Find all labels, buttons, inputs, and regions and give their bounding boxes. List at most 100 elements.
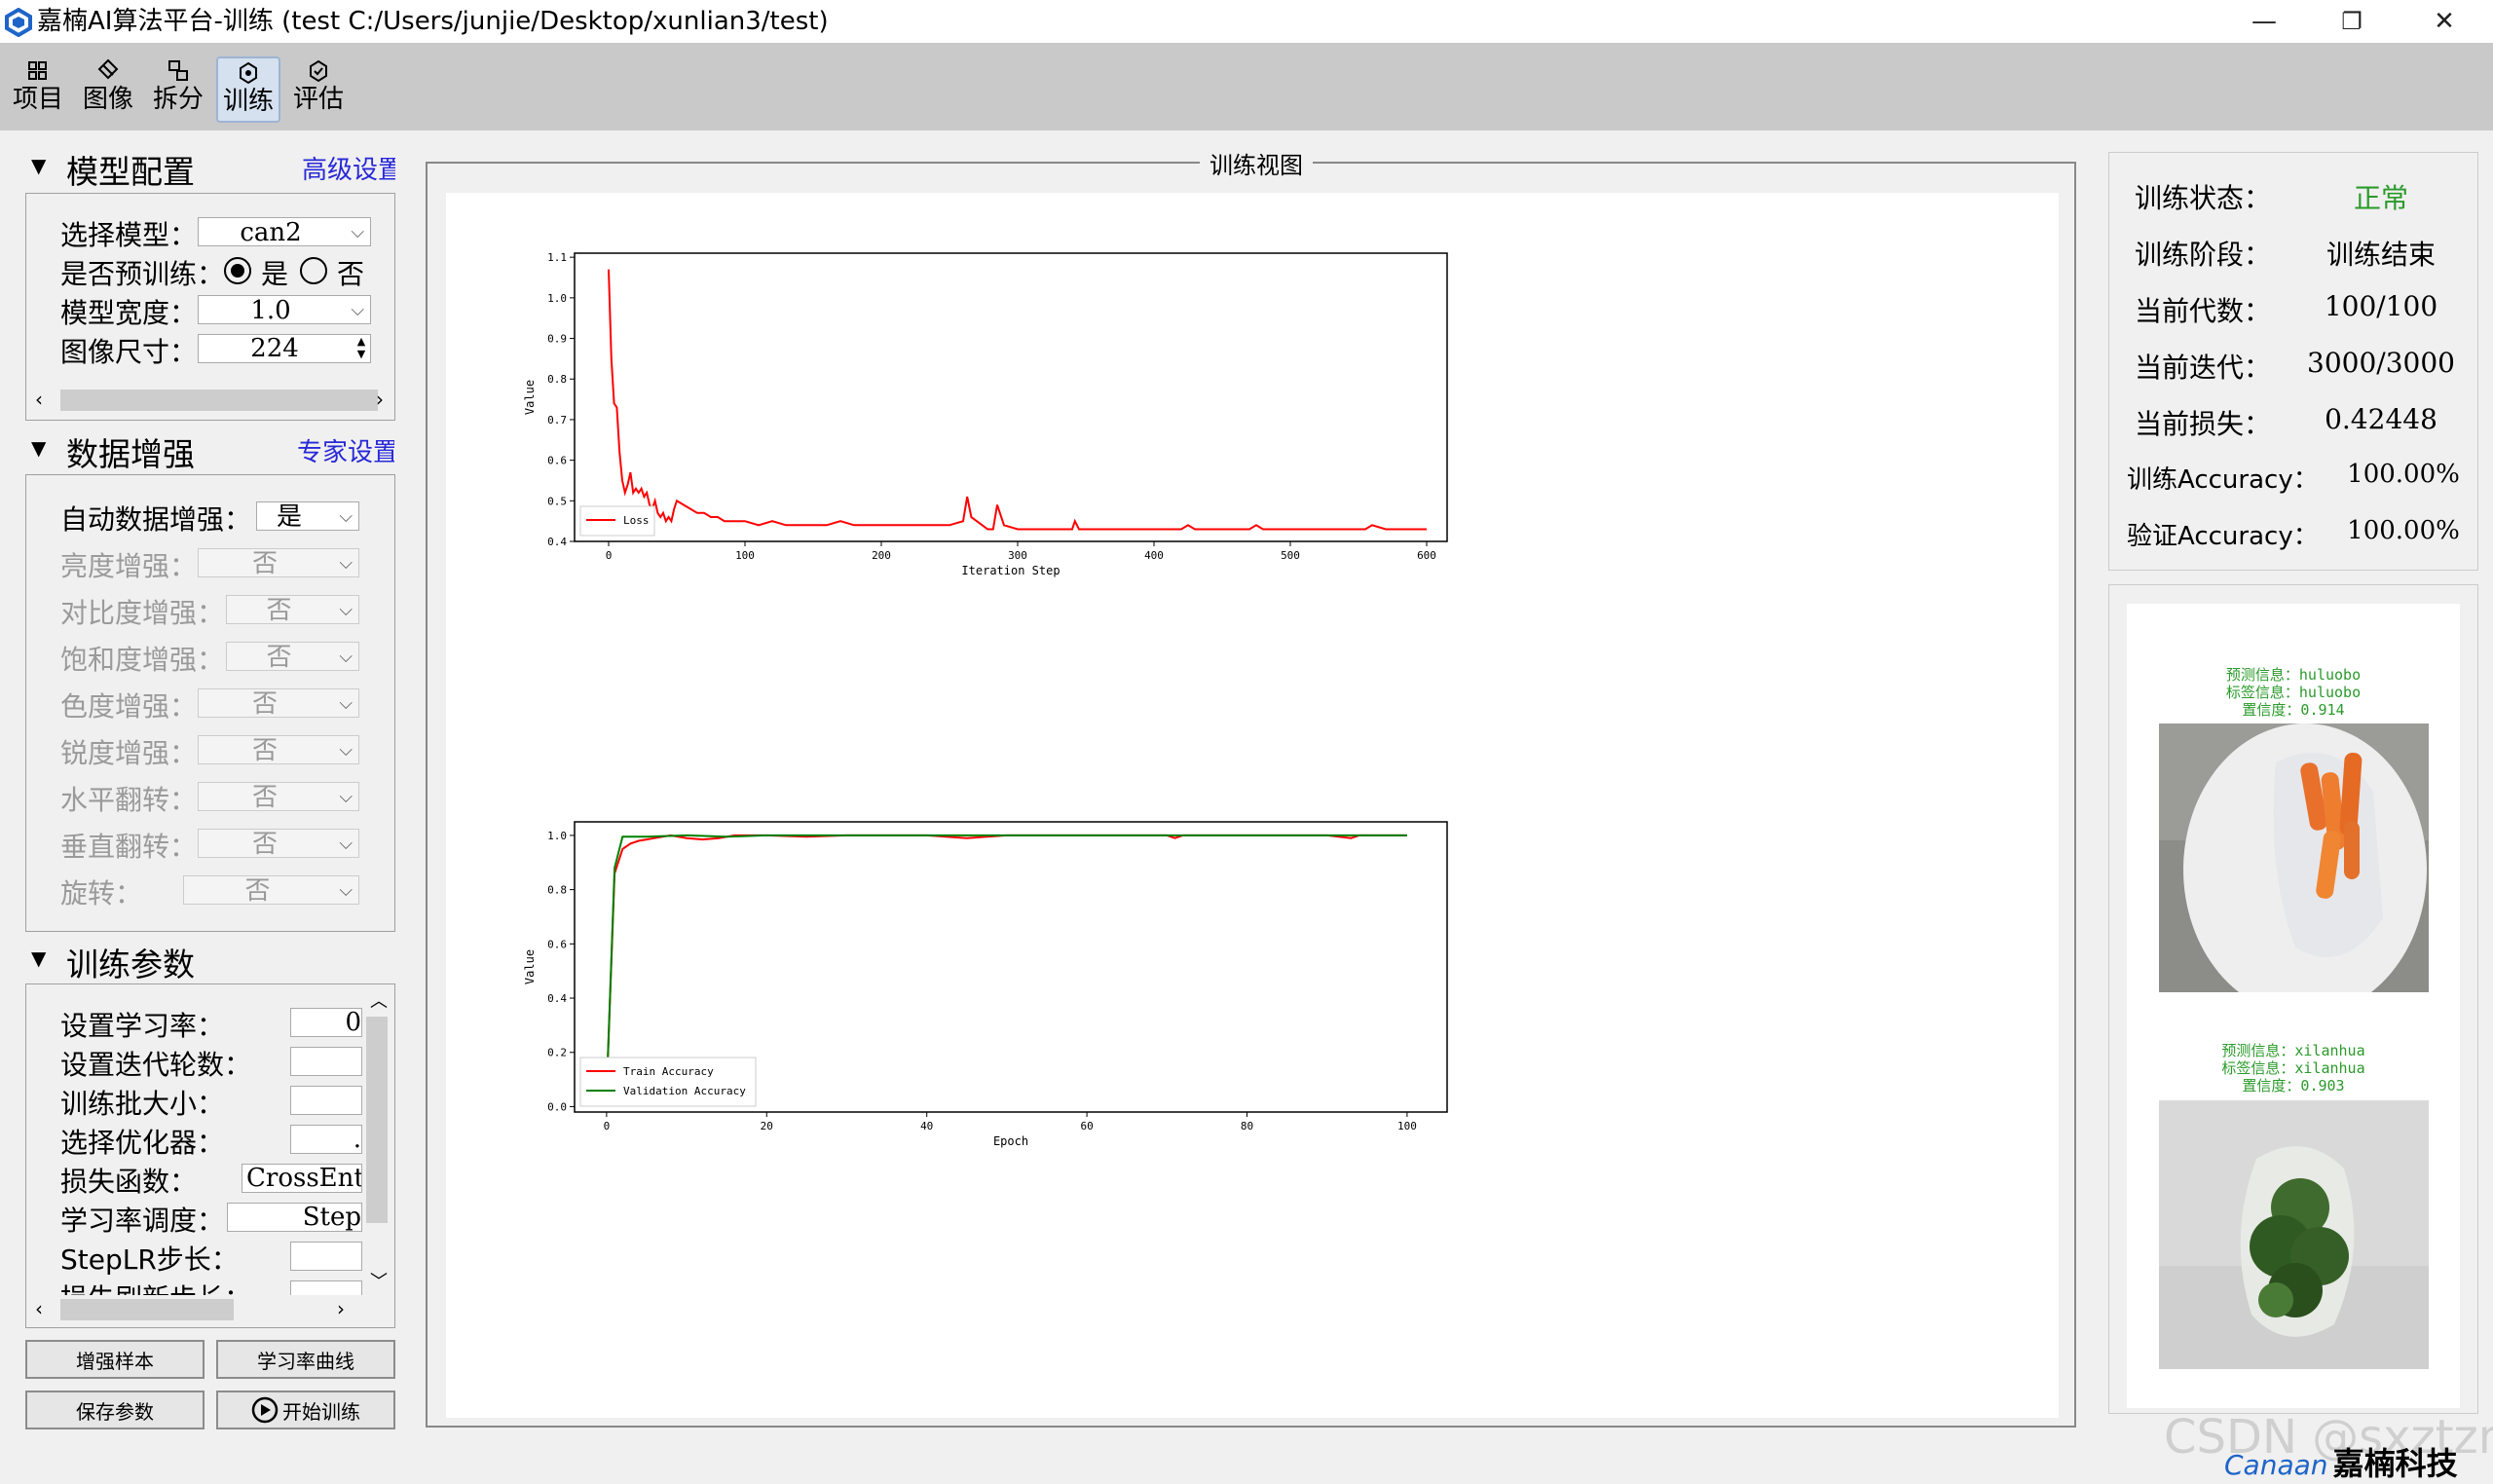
close-button[interactable]: ✕: [2400, 0, 2488, 43]
aug-brightness-label: 亮度增强：: [60, 550, 198, 582]
scrollbar-thumb[interactable]: [60, 390, 378, 411]
tool-image[interactable]: 图像: [78, 56, 138, 119]
radio-dot-icon: [231, 264, 244, 278]
loss-chart-ylabel: Value: [523, 380, 537, 415]
prediction-1-pred: 预测信息：huluobo: [2225, 666, 2362, 684]
train-params-vscrollbar[interactable]: ︿ ﹀: [362, 985, 391, 1297]
chevron-down-icon: ⌵: [339, 600, 353, 620]
model-config-title: 模型配置: [66, 153, 195, 191]
acc-chart-ytick-label: 0.8: [547, 884, 567, 897]
acc-chart-legend-label: Train Accuracy: [623, 1065, 714, 1078]
scroll-left-icon[interactable]: ‹: [35, 1297, 43, 1320]
acc-chart-ytick-label: 0.2: [547, 1047, 567, 1059]
brand-logo: Canaan 嘉楠科技: [2224, 1439, 2458, 1484]
size-stepper-icon[interactable]: ▲ ▼: [353, 335, 370, 362]
pretrain-yes-radio[interactable]: [224, 257, 251, 284]
lr-input[interactable]: 0: [290, 1008, 362, 1037]
maximize-button[interactable]: ❐: [2308, 0, 2396, 43]
training-charts: 0 100 200 300 400 500 6000.40.50.60.70.80.91.0…: [523, 251, 1448, 1148]
loss-chart-xtick-label: 300: [1008, 549, 1027, 562]
evaluate-icon: [310, 59, 327, 83]
batch-size-input[interactable]: [290, 1086, 362, 1115]
aug-hue-value: 否: [251, 689, 278, 719]
aug-contrast-select[interactable]: 否 ⌵: [226, 595, 359, 625]
aug-contrast-label: 对比度增强：: [60, 597, 225, 629]
aug-rotate-select[interactable]: 否 ⌵: [183, 875, 359, 906]
minimize-button[interactable]: —: [2220, 0, 2308, 43]
aug-vflip-select[interactable]: 否 ⌵: [198, 829, 359, 859]
aug-sharpness-select[interactable]: 否 ⌵: [198, 735, 359, 765]
prediction-1-image: [2159, 723, 2429, 992]
loss-refresh-input[interactable]: [290, 1280, 362, 1295]
advanced-settings-link[interactable]: 高级设置: [302, 150, 395, 186]
scroll-left-icon[interactable]: ‹: [35, 388, 43, 411]
aug-hue-select[interactable]: 否 ⌵: [198, 688, 359, 719]
auto-augment-label: 自动数据增强：: [60, 503, 252, 536]
model-config-hscrollbar[interactable]: ‹ ›: [29, 388, 390, 413]
scroll-down-icon[interactable]: ﹀: [370, 1268, 388, 1293]
tool-train[interactable]: 训练: [216, 56, 280, 123]
loss-chart-xtick-label: 400: [1144, 549, 1164, 562]
tool-split[interactable]: 拆分: [148, 56, 208, 119]
prediction-1-text: 预测信息：huluobo 标签信息：huluobo 置信度：0.914: [2127, 666, 2460, 719]
acc-chart-xtick-label: 80: [1241, 1120, 1253, 1132]
chevron-down-icon: ⌵: [339, 553, 353, 574]
scrollbar-thumb[interactable]: [60, 1299, 234, 1320]
optimizer-value: .: [353, 1125, 361, 1154]
chevron-down-icon: ⌵: [339, 506, 353, 527]
lr-label: 设置学习率：: [60, 1010, 225, 1042]
pretrain-no-radio[interactable]: [300, 257, 327, 284]
width-select[interactable]: 1.0 ⌵: [198, 295, 371, 325]
loss-chart-ytick-label: 1.0: [547, 292, 567, 305]
aug-sharpness-label: 锐度增强：: [60, 737, 198, 769]
acc-chart-ytick-label: 0.0: [547, 1100, 567, 1113]
size-spinbox[interactable]: 224: [198, 334, 371, 363]
model-select[interactable]: can2 ⌵: [198, 217, 371, 247]
optimizer-select[interactable]: .: [290, 1125, 362, 1154]
train-params-hscrollbar[interactable]: ‹ ›: [29, 1297, 362, 1322]
scroll-right-icon[interactable]: ›: [337, 1297, 345, 1320]
aug-brightness-select[interactable]: 否 ⌵: [198, 548, 359, 578]
epochs-input[interactable]: [290, 1047, 362, 1076]
collapse-augment-icon[interactable]: ▼: [31, 436, 46, 460]
status-val-acc-label: 验证Accuracy：: [2127, 522, 2319, 551]
loss-chart-xtick-label: 200: [872, 549, 891, 562]
loss-chart-xtick-label: 0: [606, 549, 613, 562]
expert-settings-link[interactable]: 专家设置: [297, 432, 394, 468]
pretrain-yes-label: 是: [261, 258, 289, 290]
project-icon: [28, 61, 47, 80]
status-val-acc-value: 100.00%: [2347, 516, 2460, 545]
aug-saturation-select[interactable]: 否 ⌵: [226, 642, 359, 672]
loss-chart-ytick-label: 0.4: [547, 536, 567, 548]
chevron-down-icon: ⌵: [351, 300, 364, 320]
loss-fn-select[interactable]: CrossEnt: [242, 1164, 362, 1193]
lr-value: 0: [345, 1008, 361, 1037]
scrollbar-thumb[interactable]: [366, 1017, 388, 1223]
augment-sample-button[interactable]: 增强样本: [25, 1340, 205, 1379]
app-logo-icon: [5, 8, 32, 37]
collapse-train-params-icon[interactable]: ▼: [31, 946, 46, 970]
brand-en: Canaan: [2224, 1449, 2328, 1481]
collapse-model-config-icon[interactable]: ▼: [31, 154, 46, 177]
scroll-up-icon[interactable]: ︿: [370, 987, 388, 1013]
lr-curve-button[interactable]: 学习率曲线: [216, 1340, 395, 1379]
lr-scheduler-label: 学习率调度：: [60, 1205, 225, 1237]
aug-sharpness-value: 否: [251, 736, 278, 765]
aug-hflip-select[interactable]: 否 ⌵: [198, 782, 359, 812]
image-icon: [97, 58, 119, 80]
model-label: 选择模型：: [60, 219, 198, 251]
size-value: 224: [250, 334, 299, 363]
aug-hue-label: 色度增强：: [60, 690, 198, 723]
train-icon: [240, 61, 257, 85]
auto-augment-value: 是: [277, 502, 303, 532]
scroll-right-icon[interactable]: ›: [376, 388, 384, 411]
tool-evaluate[interactable]: 评估: [288, 56, 349, 119]
acc-chart-xtick-label: 100: [1397, 1120, 1417, 1132]
lr-scheduler-select[interactable]: Step: [227, 1203, 362, 1232]
aug-contrast-value: 否: [266, 596, 292, 625]
tool-project[interactable]: 项目: [8, 56, 68, 119]
prediction-1-conf: 置信度：0.914: [2242, 701, 2345, 719]
save-params-button[interactable]: 保存参数: [25, 1391, 205, 1429]
start-train-button[interactable]: 开始训练: [216, 1391, 395, 1429]
auto-augment-select[interactable]: 是 ⌵: [256, 501, 359, 532]
